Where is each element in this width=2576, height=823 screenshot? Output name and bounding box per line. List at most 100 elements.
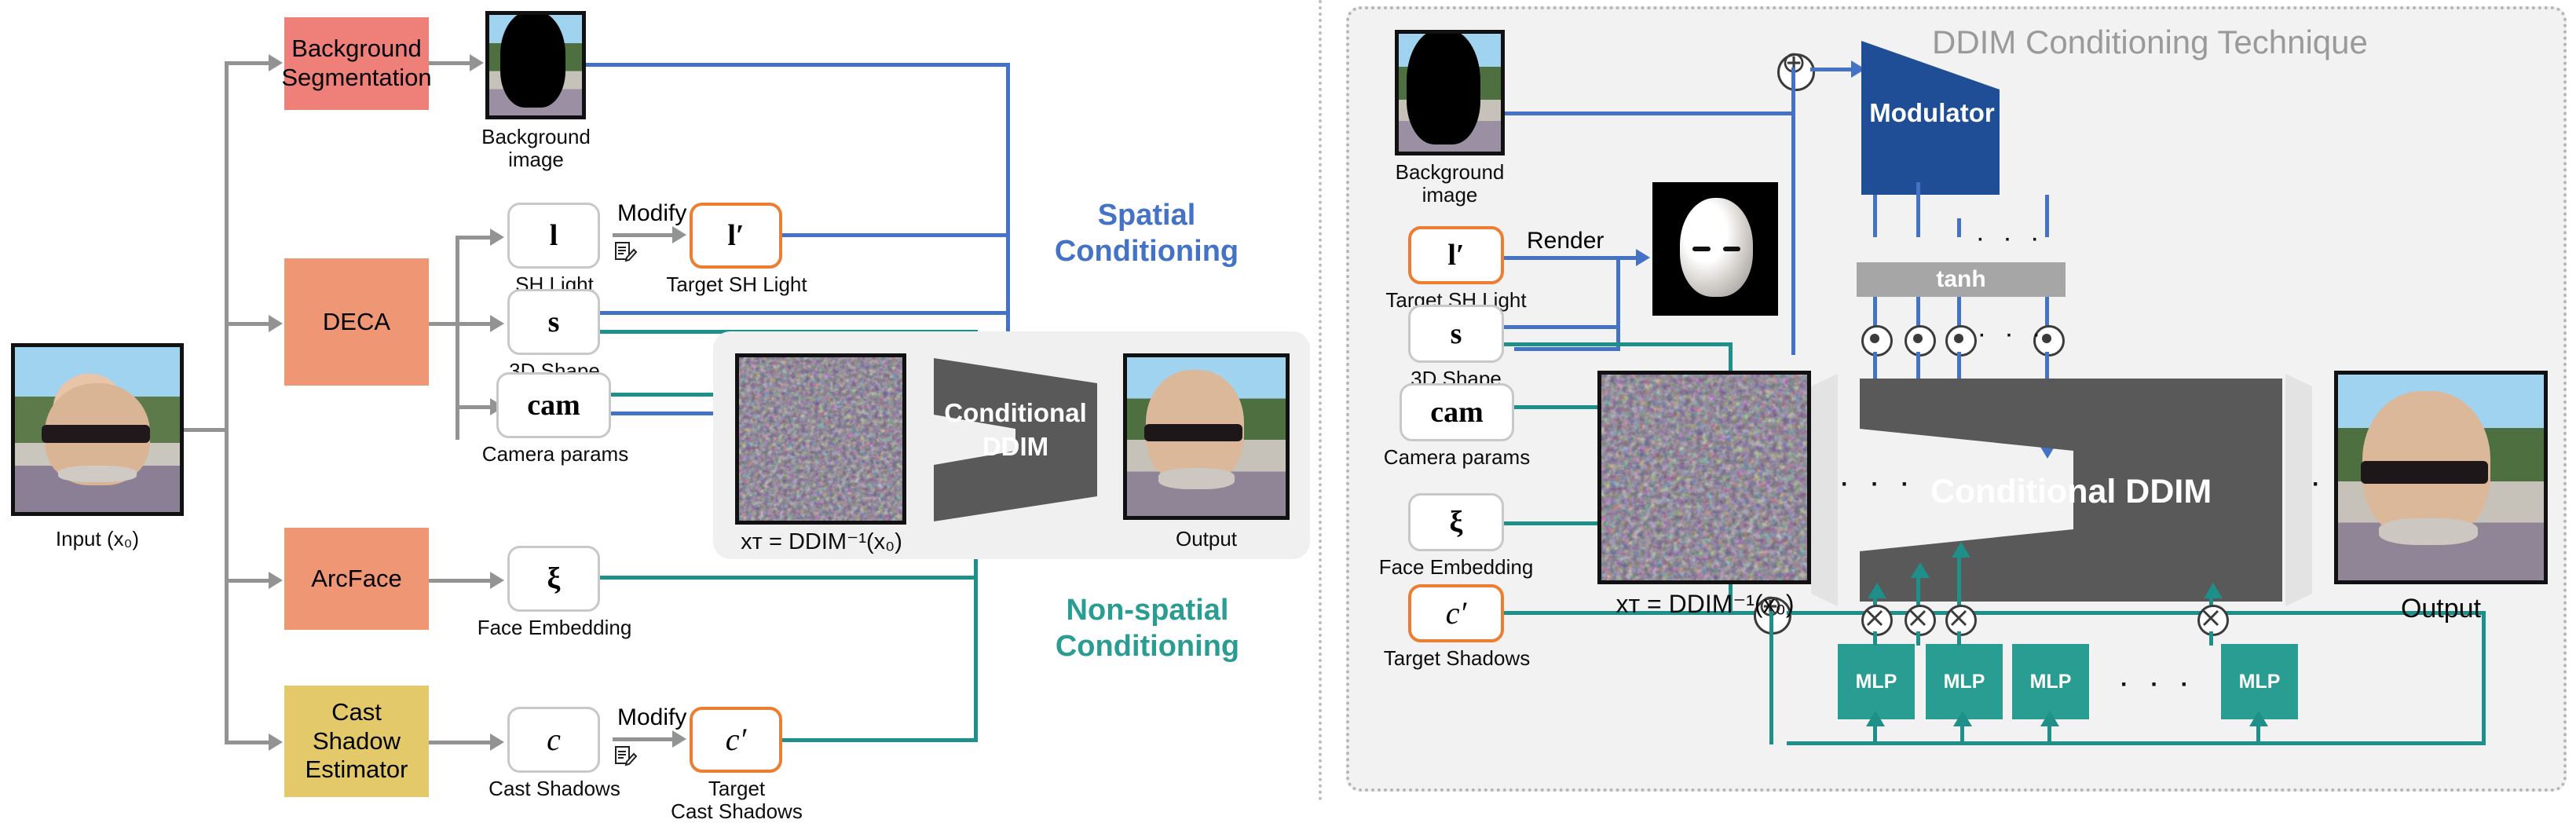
teal-xi-route [600,576,977,580]
mlp-label-4: MLP [2238,670,2281,693]
blue-bg-to-sum [1505,112,1794,115]
noise-image-left [735,353,906,525]
teal-into-ddim-2 [1916,576,1920,608]
mlp1-feed-arrow [1866,711,1885,726]
modify-arrow-light-head [672,226,686,243]
render-arrow [1636,249,1650,266]
output-caption-right: Output [2400,594,2482,624]
branch-deca [225,322,269,326]
tanh-label: tanh [1936,266,1986,292]
input-photo [11,343,184,516]
module-background-segmentation[interactable]: Background Segmentation [281,17,432,110]
blue-sum-stem-up [1791,68,1795,113]
render-label: Render [1527,228,1605,254]
teal-into-ddim-4-arrow [2204,583,2223,598]
deca-to-s [456,322,490,326]
mlp-box-2[interactable]: MLP [1926,644,2003,719]
deca-to-l [456,236,490,240]
mlp1-to-mul [1873,631,1877,646]
tanh-bar: tanh [1857,262,2066,297]
shadowest-to-c [429,741,490,744]
shape-symbol-right: s [1450,317,1462,350]
face-embedding-caption-right: Face Embedding [1378,555,1534,579]
bgseg-to-bgimage [429,61,470,65]
varbox-cast-shadows[interactable]: c [507,707,600,773]
mlp3-to-mul [1957,631,1961,646]
tanh-out-3 [1957,297,1961,328]
deca-to-cam [456,405,490,409]
modify-arrow-shadow-head [672,730,686,748]
target-sh-light-symbol-right: l′ [1447,239,1465,272]
note-edit-icon-light [613,239,638,269]
sh-light-symbol: l [549,219,558,252]
blue-cam-right-route [1514,347,1620,351]
branch-bgseg-arrow [269,54,283,71]
module-arcface[interactable]: ArcFace [284,528,429,630]
branch-deca-arrow [269,315,283,332]
tanh-out-2 [1916,297,1920,328]
teal-shape-right-route [1504,342,1732,346]
blue-bgimage-route [586,63,1008,67]
deca-to-l-arrow [490,229,504,246]
varbox-cam[interactable]: cam [496,372,611,438]
varbox-shape[interactable]: s [507,289,600,355]
noise-caption-right: xᴛ = DDIM⁻¹(x₀) [1615,590,1795,618]
noise-image-right [1597,371,1811,584]
mul-operator-3-glyph [1945,605,1972,631]
conditional-ddim-label-right: Conditional DDIM [1930,473,2212,510]
deca-fanout-vertical [456,236,459,440]
mlp-label-1: MLP [1855,670,1897,693]
mlp4-to-mul [2209,631,2213,646]
shadowest-to-c-arrow [490,733,504,751]
target-cast-shadows-symbol: c′ [725,722,747,757]
cam-caption: Camera params [481,442,629,466]
varbox-target-sh-light[interactable]: l′ [690,203,782,269]
varbox-target-sh-light-right[interactable]: l′ [1408,226,1504,284]
cam-caption-right: Camera params [1383,445,1531,469]
mul-operator-4-glyph [2197,605,2224,631]
branch-arcface [225,579,269,583]
dot-operator-3-glyph [1954,334,1963,343]
output-image-left [1123,353,1290,520]
varbox-shape-right[interactable]: s [1408,305,1504,363]
varbox-target-cast-shadows[interactable]: c′ [690,707,782,773]
modulator-label: Modulator [1869,98,1995,127]
mlp-box-3[interactable]: MLP [2012,644,2089,719]
face-embedding-symbol-right: ξ [1449,506,1463,539]
background-image-caption-right: Background image [1395,160,1505,207]
teal-into-ddim-2-arrow [1911,562,1930,578]
nonspatial-conditioning-label: Non-spatial Conditioning [1055,594,1240,663]
teal-into-ddim-1-arrow [1868,583,1886,598]
mlp3-feed-arrow [2040,711,2059,726]
cam-symbol: cam [527,389,580,422]
varbox-target-shadows-right[interactable]: c′ [1408,584,1504,642]
varbox-face-embedding-right[interactable]: ξ [1408,493,1504,551]
noise-caption-left: xᴛ = DDIM⁻¹(x₀) [741,529,902,554]
tanh-out-1 [1873,297,1877,328]
input-caption: Input (x₀) [55,527,140,550]
dot-operator-2-glyph [1913,334,1923,343]
mul-operator-1-glyph [1861,605,1888,631]
panel-divider [1319,0,1322,801]
mlp-ellipsis: · · · [2120,671,2197,697]
rendered-face-image [1652,182,1778,316]
mlp-box-4[interactable]: MLP [2221,644,2298,719]
mlp-box-1[interactable]: MLP [1838,644,1915,719]
varbox-cam-right[interactable]: cam [1400,383,1514,441]
mlp-label-2: MLP [1943,670,1985,693]
branch-bgseg [225,61,269,65]
modify-arrow-light [613,233,672,237]
dot-operator-1-glyph [1870,334,1879,343]
shape-symbol: s [547,305,560,338]
background-image-caption: Background image [481,125,591,172]
mlp4-feed-arrow [2249,711,2268,726]
modulator-out-2 [1916,182,1920,237]
module-cast-shadow-estimator[interactable]: Cast Shadow Estimator [284,686,429,797]
varbox-sh-light[interactable]: l [507,203,600,269]
blue-sum-vertical-down [1791,112,1795,355]
skip-slab-left [1811,374,1841,606]
module-deca[interactable]: DECA [284,258,429,386]
varbox-face-embedding[interactable]: ξ [507,546,600,612]
blue-shape-right-route [1504,325,1620,329]
blue-targetlight-route [782,233,1008,237]
